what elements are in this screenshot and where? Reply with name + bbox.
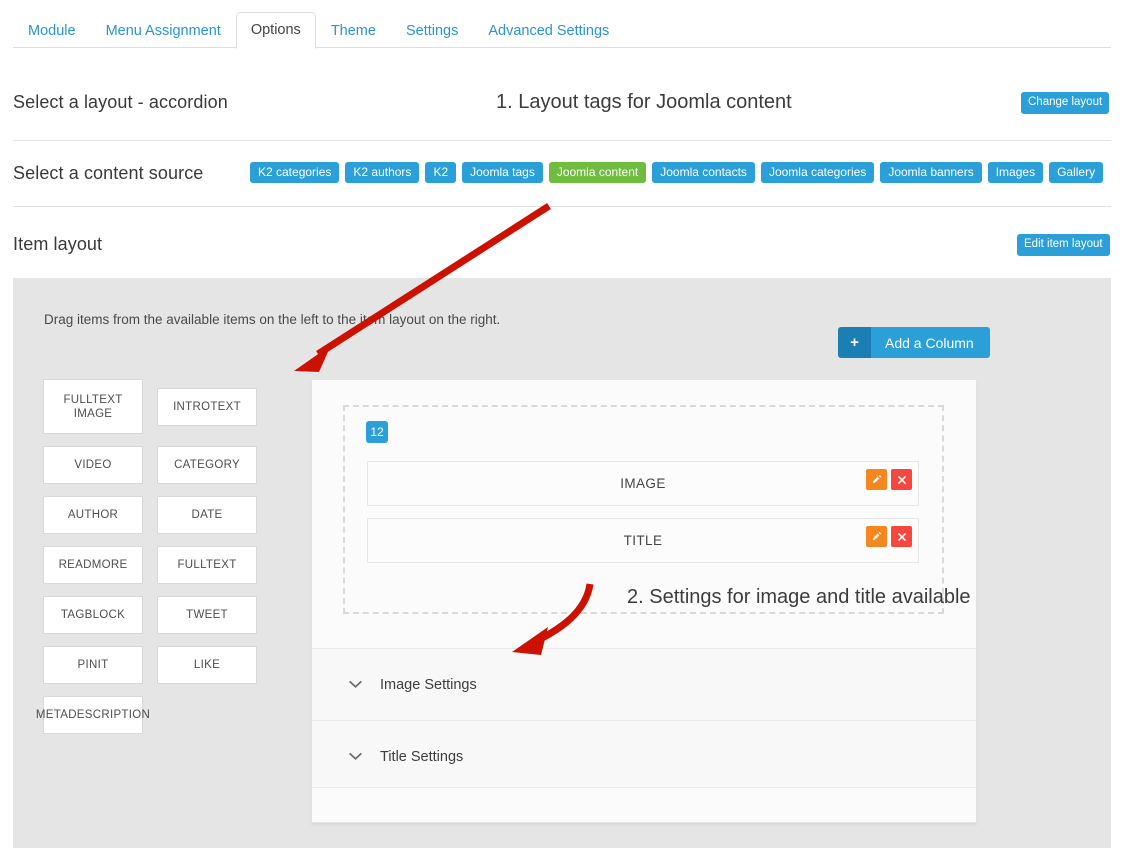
layout-row-title-actions [866,526,912,547]
change-layout-button[interactable]: Change layout [1021,92,1110,114]
available-items-row: READMORE FULLTEXT [43,546,265,584]
x-icon[interactable] [891,469,912,490]
source-k2[interactable]: K2 [425,162,457,183]
available-items-list: FULLTEXT IMAGE INTROTEXT VIDEO CATEGORY … [36,379,265,746]
tab-settings[interactable]: Settings [391,13,473,49]
x-icon[interactable] [891,526,912,547]
available-items-row: TAGBLOCK TWEET [43,596,265,634]
available-items-row: AUTHOR DATE [43,496,265,534]
column-width-badge[interactable]: 12 [366,421,388,443]
item-chip-pinit[interactable]: PINIT [43,646,143,684]
layout-row-image[interactable]: IMAGE [367,461,919,506]
drag-hint-text: Drag items from the available items on t… [44,312,501,327]
tab-theme[interactable]: Theme [316,13,391,49]
item-chip-author[interactable]: AUTHOR [43,496,143,534]
source-joomla-categories[interactable]: Joomla categories [760,162,875,183]
layout-row-title[interactable]: TITLE [367,518,919,563]
layout-row-image-label: IMAGE [620,476,666,491]
source-section-divider [13,206,1111,207]
item-chip-introtext[interactable]: INTROTEXT [157,387,257,426]
column-dropzone[interactable] [343,405,944,614]
source-joomla-content[interactable]: Joomla content [548,162,647,183]
layout-row-title-label: TITLE [623,533,663,548]
add-column-label: Add a Column [871,327,990,358]
item-chip-tagblock[interactable]: TAGBLOCK [43,596,143,634]
options-page: Module Menu Assignment Options Theme Set… [0,0,1125,858]
annotation-2-text: 2. Settings for image and title availabl… [627,586,971,608]
annotation-1-text: 1. Layout tags for Joomla content [496,91,792,113]
item-chip-tweet[interactable]: TWEET [157,596,257,634]
accordion-image-settings[interactable]: Image Settings [312,648,976,720]
tab-list: Module Menu Assignment Options Theme Set… [13,12,624,49]
item-chip-category[interactable]: CATEGORY [157,446,257,484]
pencil-icon[interactable] [866,469,887,490]
source-joomla-banners[interactable]: Joomla banners [880,162,982,183]
item-chip-like[interactable]: LIKE [157,646,257,684]
tab-module[interactable]: Module [13,13,91,49]
select-content-source-title: Select a content source [13,163,204,183]
item-chip-readmore[interactable]: READMORE [43,546,143,584]
accordion-title-settings[interactable]: Title Settings [312,720,976,792]
plus-icon: + [838,327,871,358]
tab-options[interactable]: Options [235,12,316,49]
layout-row-image-actions [866,469,912,490]
item-chip-metadescription-label: METADESCRIPTION [35,709,151,721]
item-chip-video[interactable]: VIDEO [43,446,143,484]
pencil-icon[interactable] [866,526,887,547]
select-layout-title: Select a layout - accordion [13,92,228,112]
available-items-row: METADESCRIPTION [36,696,265,734]
item-layout-title: Item layout [13,234,103,254]
source-k2-categories[interactable]: K2 categories [250,162,340,183]
tab-bar: Module Menu Assignment Options Theme Set… [0,0,1125,49]
accordion-image-settings-label: Image Settings [380,676,477,693]
available-items-row: FULLTEXT IMAGE INTROTEXT [43,379,265,434]
item-chip-fulltext-image[interactable]: FULLTEXT IMAGE [43,379,143,434]
source-joomla-contacts[interactable]: Joomla contacts [652,162,755,183]
content-source-list: K2 categories K2 authors K2 Joomla tags … [250,162,1104,183]
tab-menu-assignment[interactable]: Menu Assignment [91,13,236,49]
layout-section-divider [13,140,1111,141]
edit-item-layout-button[interactable]: Edit item layout [1017,234,1110,256]
chevron-down-icon [348,752,363,761]
item-chip-date[interactable]: DATE [157,496,257,534]
tab-bar-divider [13,47,1111,48]
tab-advanced-settings[interactable]: Advanced Settings [473,13,624,49]
source-joomla-tags[interactable]: Joomla tags [462,162,543,183]
item-chip-fulltext[interactable]: FULLTEXT [157,546,257,584]
source-gallery[interactable]: Gallery [1049,162,1104,183]
source-images[interactable]: Images [987,162,1044,183]
available-items-row: PINIT LIKE [43,646,265,684]
accordion-title-settings-label: Title Settings [380,748,464,765]
card-footer [312,787,976,822]
available-items-row: VIDEO CATEGORY [43,446,265,484]
chevron-down-icon [348,680,363,689]
source-k2-authors[interactable]: K2 authors [345,162,420,183]
item-chip-metadescription[interactable]: METADESCRIPTION [36,696,150,734]
add-column-button[interactable]: + Add a Column [838,327,990,358]
